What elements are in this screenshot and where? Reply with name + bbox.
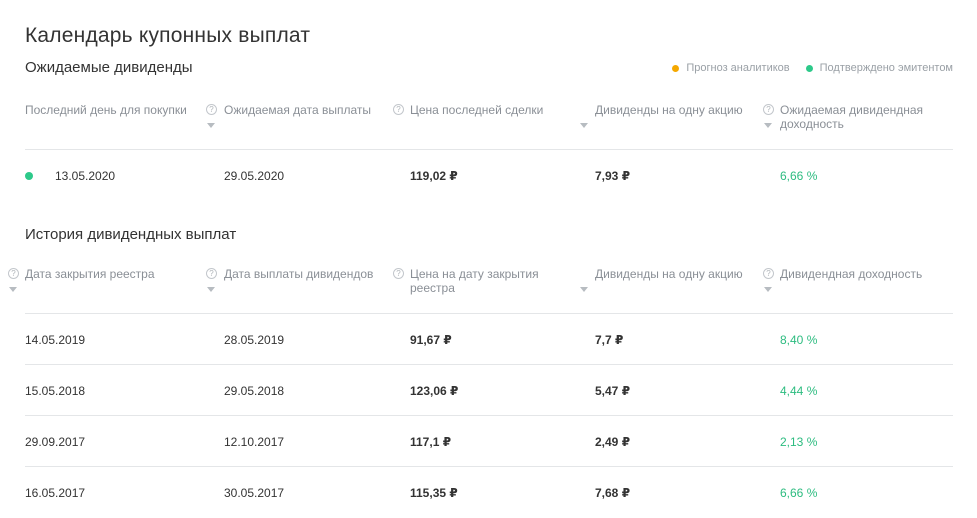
confirmed-status-icon [25,172,33,180]
divider [25,364,953,365]
legend-item-confirmed: Подтверждено эмитентом [805,62,953,74]
yield: 4,44 % [780,384,818,398]
divider [25,313,953,314]
price: 117,1 ₽ [410,435,452,449]
help-icon[interactable]: ? [763,104,774,115]
sort-arrow-icon[interactable] [764,287,772,292]
expected-dividends-heading: Ожидаемые дивиденды [25,59,193,76]
table-row[interactable]: 13.05.2020 29.05.2020 119,02 ₽ 7,93 ₽ 6,… [0,166,977,186]
column-header-dividend-per-share[interactable]: Дивиденды на одну акцию [595,267,760,281]
record-date: 29.09.2017 [25,435,86,449]
sort-arrow-icon[interactable] [580,287,588,292]
last-buy-day: 13.05.2020 [55,169,116,183]
help-icon[interactable]: ? [393,104,404,115]
dividend: 7,93 ₽ [595,169,631,183]
price: 119,02 ₽ [410,169,458,183]
dividend-calendar-card: Календарь купонных выплат Ожидаемые диви… [0,0,977,518]
history-heading: История дивидендных выплат [25,226,237,243]
column-header-record-date[interactable]: Дата закрытия реестра [25,267,200,281]
legend-label-confirmed: Подтверждено эмитентом [819,62,953,74]
dividend: 7,68 ₽ [595,486,631,500]
table-row[interactable]: 14.05.2019 28.05.2019 91,67 ₽ 7,7 ₽ 8,40… [0,330,977,350]
column-header-pay-date[interactable]: Дата выплаты дивидендов [224,267,374,281]
help-icon[interactable]: ? [763,268,774,279]
dividend: 2,49 ₽ [595,435,631,449]
column-header-expected-yield[interactable]: Ожидаемая дивидендная доходность [780,103,950,131]
table-row[interactable]: 29.09.2017 12.10.2017 117,1 ₽ 2,49 ₽ 2,1… [0,432,977,452]
pay-date: 29.05.2018 [224,384,285,398]
record-date: 14.05.2019 [25,333,86,347]
sort-arrow-icon[interactable] [207,287,215,292]
divider [25,466,953,467]
confirmed-dot-icon [805,64,813,72]
divider [25,415,953,416]
sort-arrow-icon[interactable] [580,123,588,128]
dividend: 5,47 ₽ [595,384,631,398]
forecast-dot-icon [672,64,680,72]
help-icon[interactable]: ? [393,268,404,279]
column-header-dividend-yield[interactable]: Дивидендная доходность [780,267,950,281]
page-title: Календарь купонных выплат [25,24,311,47]
divider [25,149,953,150]
yield: 2,13 % [780,435,818,449]
pay-date: 29.05.2020 [224,169,285,183]
record-date: 16.05.2017 [25,486,86,500]
table-row[interactable]: 16.05.2017 30.05.2017 115,35 ₽ 7,68 ₽ 6,… [0,483,977,503]
price: 115,35 ₽ [410,486,458,500]
price: 123,06 ₽ [410,384,459,398]
column-header-record-date-price[interactable]: Цена на дату закрытия реестра [410,267,575,295]
column-header-dividend-per-share[interactable]: Дивиденды на одну акцию [595,103,760,117]
legend: Прогноз аналитиков Подтверждено эмитенто… [672,62,953,74]
help-icon[interactable]: ? [206,104,217,115]
expected-table-header: Последний день для покупки ? Ожидаемая д… [0,103,977,149]
help-icon[interactable]: ? [8,268,19,279]
pay-date: 30.05.2017 [224,486,285,500]
record-date: 15.05.2018 [25,384,86,398]
column-header-expected-pay-date[interactable]: Ожидаемая дата выплаты [224,103,374,117]
pay-date: 12.10.2017 [224,435,285,449]
table-row[interactable]: 15.05.2018 29.05.2018 123,06 ₽ 5,47 ₽ 4,… [0,381,977,401]
history-table-header: ? Дата закрытия реестра ? Дата выплаты д… [0,267,977,313]
yield: 6,66 % [780,486,818,500]
yield: 8,40 % [780,333,818,347]
legend-label-forecast: Прогноз аналитиков [686,62,790,74]
sort-arrow-icon[interactable] [207,123,215,128]
sort-arrow-icon[interactable] [764,123,772,128]
column-header-last-trade-price[interactable]: Цена последней сделки [410,103,580,117]
column-header-last-buy-day[interactable]: Последний день для покупки [25,103,200,117]
price: 91,67 ₽ [410,333,452,347]
legend-item-forecast: Прогноз аналитиков [672,62,790,74]
yield: 6,66 % [780,169,818,183]
pay-date: 28.05.2019 [224,333,285,347]
sort-arrow-icon[interactable] [9,287,17,292]
dividend: 7,7 ₽ [595,333,624,347]
help-icon[interactable]: ? [206,268,217,279]
